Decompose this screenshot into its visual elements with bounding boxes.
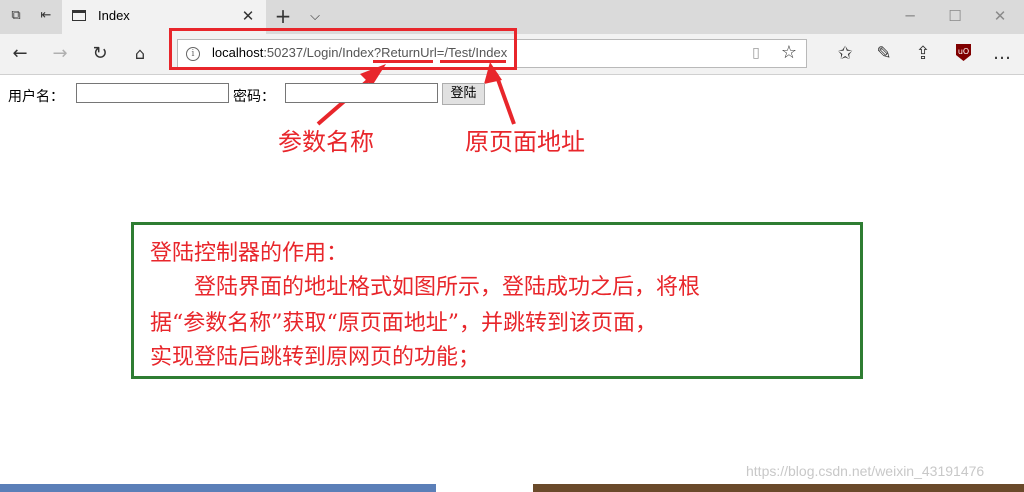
ublock-shield-icon[interactable]: uO xyxy=(956,44,971,61)
tab-actions-icon[interactable]: ⧉ xyxy=(8,8,24,24)
reading-view-icon[interactable]: ▯ xyxy=(748,45,764,61)
password-label: 密码： xyxy=(233,89,275,105)
explanation-box: 登陆控制器的作用： 登陆界面的地址格式如图所示，登陆成功之后，将根 据“参数名称… xyxy=(131,222,863,379)
home-icon[interactable]: ⌂ xyxy=(128,42,152,66)
chevron-down-icon[interactable]: ⌵ xyxy=(304,6,326,28)
share-icon[interactable]: ⇪ xyxy=(911,42,935,66)
param-name-annotation: 参数名称 xyxy=(278,128,374,156)
explanation-title: 登陆控制器的作用： xyxy=(150,241,349,266)
page-icon xyxy=(72,10,86,21)
forward-arrow-icon[interactable]: → xyxy=(48,42,72,66)
maximize-icon[interactable]: ☐ xyxy=(940,4,970,28)
window-close-icon[interactable]: ✕ xyxy=(985,4,1015,28)
original-page-annotation: 原页面地址 xyxy=(465,128,585,156)
set-tabs-aside-icon[interactable]: ⇤ xyxy=(38,8,54,24)
more-icon[interactable]: … xyxy=(990,42,1014,66)
explanation-line: 登陆界面的地址格式如图所示，登陆成功之后，将根 xyxy=(150,275,701,300)
star-icon[interactable]: ☆ xyxy=(778,42,800,64)
favorites-icon[interactable]: ✩ xyxy=(833,42,857,66)
tab-title: Index xyxy=(98,8,130,23)
back-arrow-icon[interactable]: ← xyxy=(8,42,32,66)
username-label: 用户名： xyxy=(8,89,64,105)
url-highlight-box xyxy=(169,28,517,70)
explanation-line: 据“参数名称”获取“原页面地址”，并跳转到该页面， xyxy=(150,311,657,336)
desktop-strip-right xyxy=(533,484,1024,492)
param-underline xyxy=(373,60,433,63)
new-tab-icon[interactable]: + xyxy=(272,6,294,28)
watermark: https://blog.csdn.net/weixin_43191476 xyxy=(746,463,985,479)
path-arrow-line xyxy=(494,73,516,125)
close-icon[interactable]: ✕ xyxy=(238,6,258,26)
desktop-strip-left xyxy=(0,484,436,492)
username-input[interactable] xyxy=(76,83,229,103)
refresh-icon[interactable]: ↻ xyxy=(88,42,112,66)
explanation-line: 实现登陆后跳转到原网页的功能； xyxy=(150,345,481,370)
minimize-icon[interactable]: ─ xyxy=(895,4,925,28)
password-input[interactable] xyxy=(285,83,438,103)
pen-icon[interactable]: ✎ xyxy=(872,42,896,66)
path-underline xyxy=(440,60,506,63)
login-button[interactable]: 登陆 xyxy=(442,83,485,105)
